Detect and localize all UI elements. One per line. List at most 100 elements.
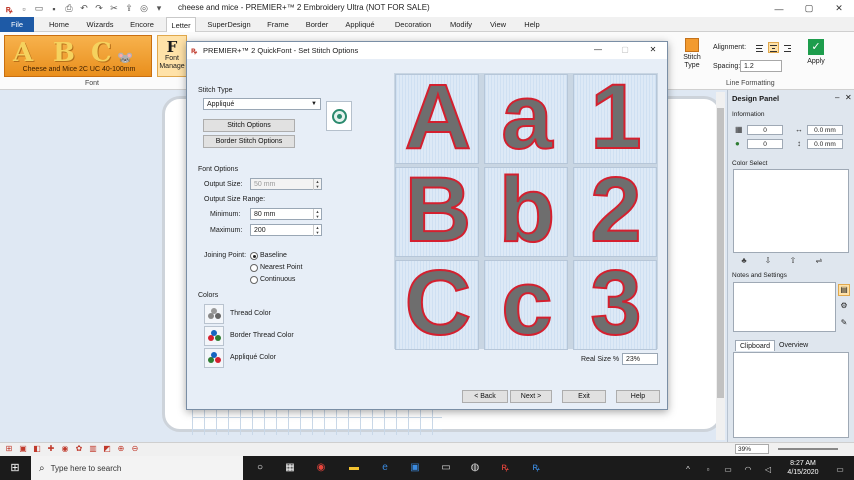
next-button[interactable]: Next >	[510, 390, 552, 403]
move-down-icon[interactable]: ⇩	[761, 256, 775, 267]
menu-file[interactable]: File	[0, 17, 34, 32]
tray-chevron-icon[interactable]: ^	[680, 462, 696, 478]
joining-continuous-label[interactable]: Continuous	[260, 276, 295, 283]
maximize-button[interactable]: ▢	[794, 0, 824, 17]
exit-button[interactable]: Exit	[562, 390, 606, 403]
status-tool-icon[interactable]: ◉	[60, 444, 70, 454]
new-file-icon[interactable]: ▫	[18, 3, 30, 15]
task-view-icon[interactable]: ○	[252, 460, 268, 476]
font-gallery[interactable]: A B C 🐭 Cheese and Mice 2C UC 40-100mm	[4, 35, 152, 77]
joining-nearest-label[interactable]: Nearest Point	[260, 264, 302, 271]
help-button[interactable]: Help	[616, 390, 660, 403]
move-up-icon[interactable]: ⇧	[786, 256, 800, 267]
stitch-type-button[interactable]: Stitch Type	[681, 36, 703, 80]
color-select-list[interactable]	[733, 169, 849, 253]
tray-icon[interactable]: ▭	[720, 462, 736, 478]
applique-color-button[interactable]	[204, 348, 224, 368]
close-button[interactable]: ✕	[824, 0, 854, 17]
redo-icon[interactable]: ↷	[93, 3, 105, 15]
clipboard-area[interactable]	[733, 352, 849, 438]
joining-baseline-radio[interactable]	[250, 252, 258, 260]
notification-icon[interactable]: ▭	[832, 462, 848, 478]
export-icon[interactable]: ⇪	[123, 3, 135, 15]
joining-continuous-radio[interactable]	[250, 276, 258, 284]
thread-icon[interactable]: ♣	[737, 256, 751, 267]
back-button[interactable]: < Back	[462, 390, 508, 403]
minimum-field[interactable]: 80 mm ▲ ▼	[250, 208, 322, 220]
taskbar-app-icon[interactable]: ◍	[467, 460, 483, 476]
taskbar-search[interactable]: ⌕ Type here to search	[31, 456, 243, 480]
status-tool-icon[interactable]: ⊖	[130, 444, 140, 454]
customize-icon[interactable]: ▾	[153, 3, 165, 15]
panel-minimize-icon[interactable]: –	[835, 93, 839, 102]
taskbar-app-icon[interactable]: ▦	[282, 460, 298, 476]
apply-button[interactable]: ✓ Apply	[803, 36, 829, 76]
store-icon[interactable]: ▣	[407, 460, 423, 476]
undo-icon[interactable]: ↶	[78, 3, 90, 15]
menu-encore[interactable]: Encore	[124, 17, 160, 32]
tab-overview[interactable]: Overview	[775, 340, 812, 351]
windows-start-icon[interactable]: ⊞	[0, 456, 30, 480]
network-icon[interactable]: ◠	[740, 462, 756, 478]
volume-icon[interactable]: ◁	[760, 462, 776, 478]
save-icon[interactable]: ▪	[48, 3, 60, 15]
status-tool-icon[interactable]: ⊞	[4, 444, 14, 454]
tab-clipboard[interactable]: Clipboard	[735, 340, 775, 351]
print-icon[interactable]: ⎙	[63, 3, 75, 15]
panel-close-icon[interactable]: ✕	[845, 93, 852, 102]
tray-icon[interactable]: ▫	[700, 462, 716, 478]
taskbar-app-icon[interactable]: ▭	[438, 460, 454, 476]
menu-help[interactable]: Help	[518, 17, 546, 32]
open-file-icon[interactable]: ▭	[33, 3, 45, 15]
dialog-minimize-button[interactable]: —	[586, 43, 610, 57]
premier-app-icon[interactable]: ꝶ	[497, 460, 513, 476]
settings-icon[interactable]: ⚙	[838, 301, 850, 313]
zoom-field[interactable]: 39%	[735, 444, 769, 454]
notes-icon[interactable]: ▤	[838, 284, 850, 296]
status-tool-icon[interactable]: ▥	[88, 444, 98, 454]
menu-modify[interactable]: Modify	[444, 17, 478, 32]
align-center-icon[interactable]	[768, 42, 779, 53]
spacing-input[interactable]: 1.2	[740, 60, 782, 72]
status-tool-icon[interactable]: ◧	[32, 444, 42, 454]
menu-home[interactable]: Home	[40, 17, 78, 32]
menu-letter[interactable]: Letter	[166, 17, 196, 32]
notes-box[interactable]	[733, 282, 836, 332]
thread-color-button[interactable]	[204, 304, 224, 324]
align-right-icon[interactable]	[782, 42, 793, 53]
status-tool-icon[interactable]: ✚	[46, 444, 56, 454]
align-left-icon[interactable]	[754, 42, 765, 53]
status-tool-icon[interactable]: ◩	[102, 444, 112, 454]
stitch-type-select[interactable]: Appliqué ▼	[203, 98, 321, 110]
edit-icon[interactable]: ✎	[838, 318, 850, 330]
menu-view[interactable]: View	[484, 17, 512, 32]
minimize-button[interactable]: —	[764, 0, 794, 17]
file-explorer-icon[interactable]: ▬	[346, 460, 362, 476]
spinner-icon[interactable]: ▲ ▼	[313, 209, 321, 220]
status-tool-icon[interactable]: ▣	[18, 444, 28, 454]
font-manager-button[interactable]: F Font Manage	[157, 35, 187, 77]
menu-decoration[interactable]: Decoration	[390, 17, 436, 32]
status-tool-icon[interactable]: ✿	[74, 444, 84, 454]
chrome-icon[interactable]: ◉	[313, 460, 329, 476]
joining-nearest-radio[interactable]	[250, 264, 258, 272]
menu-border[interactable]: Border	[300, 17, 334, 32]
joining-baseline-label[interactable]: Baseline	[260, 252, 287, 259]
stitch-icon[interactable]: ✂	[108, 3, 120, 15]
stitch-options-button[interactable]: Stitch Options	[203, 119, 295, 132]
workspace-scroll-thumb[interactable]	[717, 108, 724, 398]
status-tool-icon[interactable]: ⊕	[116, 444, 126, 454]
menu-superdesign[interactable]: SuperDesign	[201, 17, 257, 32]
maximum-field[interactable]: 200 ▲ ▼	[250, 224, 322, 236]
menu-wizards[interactable]: Wizards	[80, 17, 120, 32]
tray-clock[interactable]: 8:27 AM 4/15/2020	[780, 459, 826, 477]
quickfont-app-icon[interactable]: ꝶ	[528, 460, 544, 476]
real-size-field[interactable]: 23%	[622, 353, 658, 365]
menu-frame[interactable]: Frame	[262, 17, 294, 32]
menu-applique[interactable]: Appliqué	[340, 17, 380, 32]
edge-icon[interactable]: e	[377, 460, 393, 476]
border-stitch-options-button[interactable]: Border Stitch Options	[203, 135, 295, 148]
border-thread-color-button[interactable]	[204, 326, 224, 346]
dialog-close-button[interactable]: ✕	[641, 43, 665, 57]
sort-icon[interactable]: ⇌	[812, 256, 826, 267]
